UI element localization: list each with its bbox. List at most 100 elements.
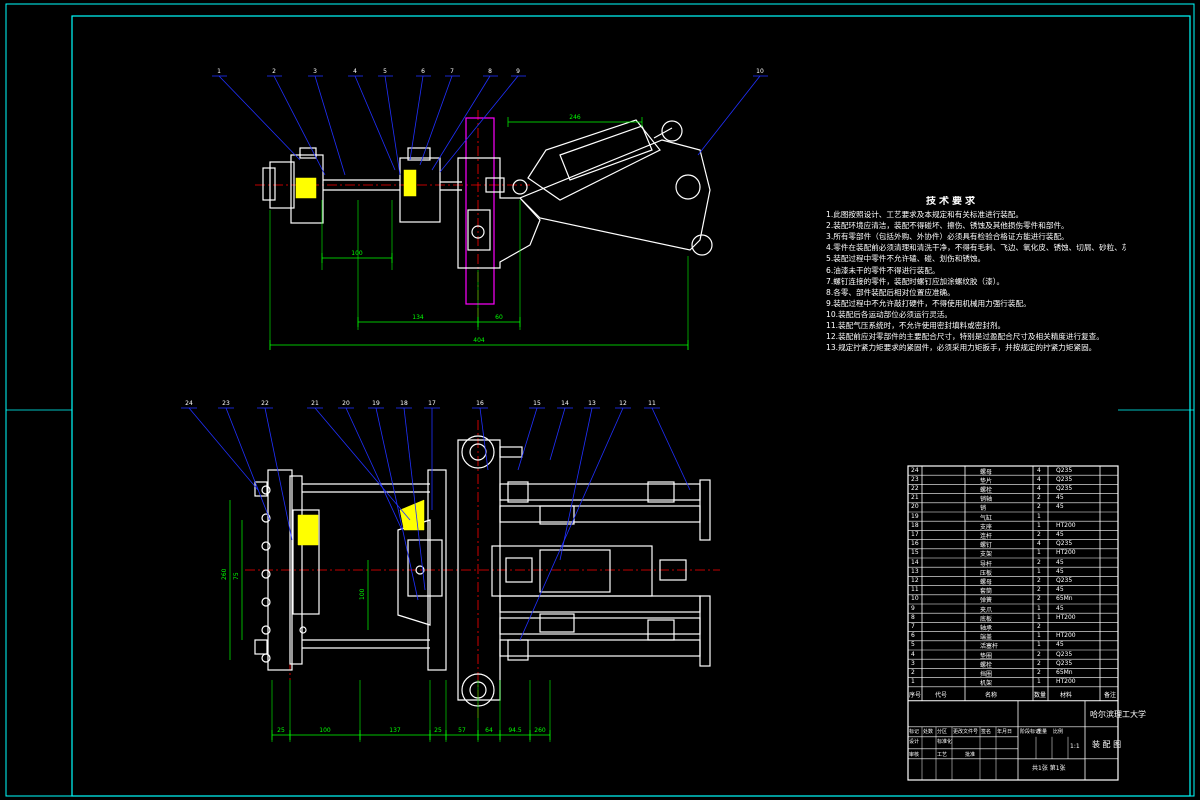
front-guide-cylinder [499, 595, 701, 613]
bom-no: 18 [911, 521, 919, 529]
bom-mat: 45 [1056, 567, 1064, 575]
top-pivot [512, 179, 528, 195]
balloon-16: 16 [476, 400, 484, 407]
top-dim-b-value: 134 [412, 314, 424, 321]
tb-label: 更改文件号 [953, 728, 979, 735]
bom-name: 压板 [980, 569, 993, 577]
bom-qty: 1 [1037, 678, 1041, 686]
sheet-info: 共1张 第1张 [1032, 764, 1066, 772]
bom-header: 数量 [1034, 691, 1047, 699]
balloon-11: 11 [648, 400, 656, 407]
bom-qty: 2 [1037, 494, 1041, 502]
bom-mat: 45 [1056, 530, 1064, 538]
bom-name: 销轴 [980, 496, 993, 504]
top-cylinder-inner [559, 125, 653, 181]
bom-qty: 1 [1037, 641, 1041, 649]
top-lever-pivot [675, 174, 701, 200]
balloon-leader [273, 75, 326, 176]
front-bolt [261, 569, 271, 579]
bom-no: 10 [911, 595, 919, 603]
bom-no: 8 [911, 613, 915, 621]
bom-no: 17 [911, 530, 919, 538]
bom-header: 名称 [985, 691, 998, 699]
bom-no: 4 [911, 650, 915, 658]
tb-label: 设计 [909, 738, 920, 745]
bom-name: 螺栓 [980, 661, 993, 669]
tb-label: 分区 [937, 728, 948, 735]
balloon-leader [314, 407, 411, 521]
bom-name: 销 [980, 505, 987, 513]
top-lever [518, 139, 711, 251]
front-dim-7-value: 260 [534, 727, 546, 734]
bom-mat: HT200 [1056, 632, 1076, 640]
bom-mat: Q235 [1056, 484, 1073, 492]
bom-qty: 4 [1037, 484, 1041, 492]
balloon-leader [225, 407, 271, 521]
front-dim-0-value: 25 [277, 727, 285, 734]
top-dim-c-value: 60 [495, 314, 503, 321]
balloon-leader [517, 407, 538, 471]
balloon-leader [519, 407, 624, 641]
front-clamp-hatch [297, 514, 319, 546]
bom-qty: 2 [1037, 659, 1041, 667]
bom-name: 套筒 [980, 588, 993, 596]
balloon-21: 21 [311, 400, 319, 407]
bom-name: 夹爪 [980, 606, 993, 614]
bom-name: 螺栓 [980, 486, 993, 494]
bom-mat: Q235 [1056, 466, 1073, 474]
front-bolt [261, 653, 271, 663]
balloon-leader [314, 75, 346, 176]
bom-qty: 1 [1037, 549, 1041, 557]
front-end-block [647, 481, 675, 503]
balloon-1: 1 [217, 68, 221, 75]
bom-no: 22 [911, 484, 919, 492]
balloon-9: 9 [516, 68, 520, 75]
top-bolt-head [262, 167, 276, 201]
bom-name: 螺母 [980, 468, 993, 476]
bom-name: 连杆 [980, 532, 993, 540]
bom-no: 5 [911, 641, 915, 649]
bom-qty: 1 [1037, 512, 1041, 520]
bom-mat: Q235 [1056, 475, 1073, 483]
top-cylinder [527, 119, 661, 201]
technical-note: 7.螺钉连接的零件，装配时螺钉应加涂螺纹胶（漆）。 [826, 276, 1005, 286]
bom-name: 垫圈 [980, 652, 993, 660]
bom-no: 1 [911, 678, 915, 686]
bom-no: 21 [911, 494, 919, 502]
balloon-leader [188, 407, 259, 491]
balloon-14: 14 [561, 400, 569, 407]
bom-qty: 2 [1037, 595, 1041, 603]
balloon-leader [549, 407, 566, 461]
bom-no: 2 [911, 668, 915, 676]
balloon-17: 17 [428, 400, 436, 407]
bom-no: 6 [911, 632, 915, 640]
balloon-leader [354, 75, 396, 171]
balloon-10: 10 [756, 68, 764, 75]
bom-mat: 45 [1056, 558, 1064, 566]
front-vdim-value: 75 [233, 572, 240, 580]
front-view: 25 100 137 25 57 64 94.5 260 75 260 100 24 23 22 21 20 1… [181, 400, 720, 742]
bom-mat: Q235 [1056, 659, 1073, 667]
bom-no: 15 [911, 549, 919, 557]
front-dim-4-value: 57 [458, 727, 466, 734]
balloon-20: 20 [342, 400, 350, 407]
bom-mat: Q235 [1056, 576, 1073, 584]
bom-qty: 2 [1037, 503, 1041, 511]
bom-no: 12 [911, 576, 919, 584]
bom-mat: 45 [1056, 604, 1064, 612]
bom-qty: 2 [1037, 576, 1041, 584]
front-bolt [261, 597, 271, 607]
technical-notes-list: 1.此图按照设计、工艺要求及本规定和有关标准进行装配。 2.装配环境应清洁，装配不… [826, 209, 1126, 353]
technical-note: 3.所有零部件（包括外购、外协件）必须具有检验合格证方能进行装配。 [826, 232, 1069, 242]
technical-note: 9.装配过程中不允许敲打硬件，不得使用机械用力强行装配。 [826, 298, 1031, 308]
bom-mat: HT200 [1056, 521, 1076, 529]
balloon-leader [419, 75, 453, 166]
bom-qty: 4 [1037, 475, 1041, 483]
technical-note: 8.各零、部件装配后相对位置应准确。 [826, 287, 955, 297]
balloon-23: 23 [222, 400, 230, 407]
balloon-8: 8 [488, 68, 492, 75]
bom-no: 9 [911, 604, 915, 612]
bom-name: 导杆 [980, 560, 993, 568]
bom-mat: 45 [1056, 641, 1064, 649]
balloon-12: 12 [619, 400, 627, 407]
